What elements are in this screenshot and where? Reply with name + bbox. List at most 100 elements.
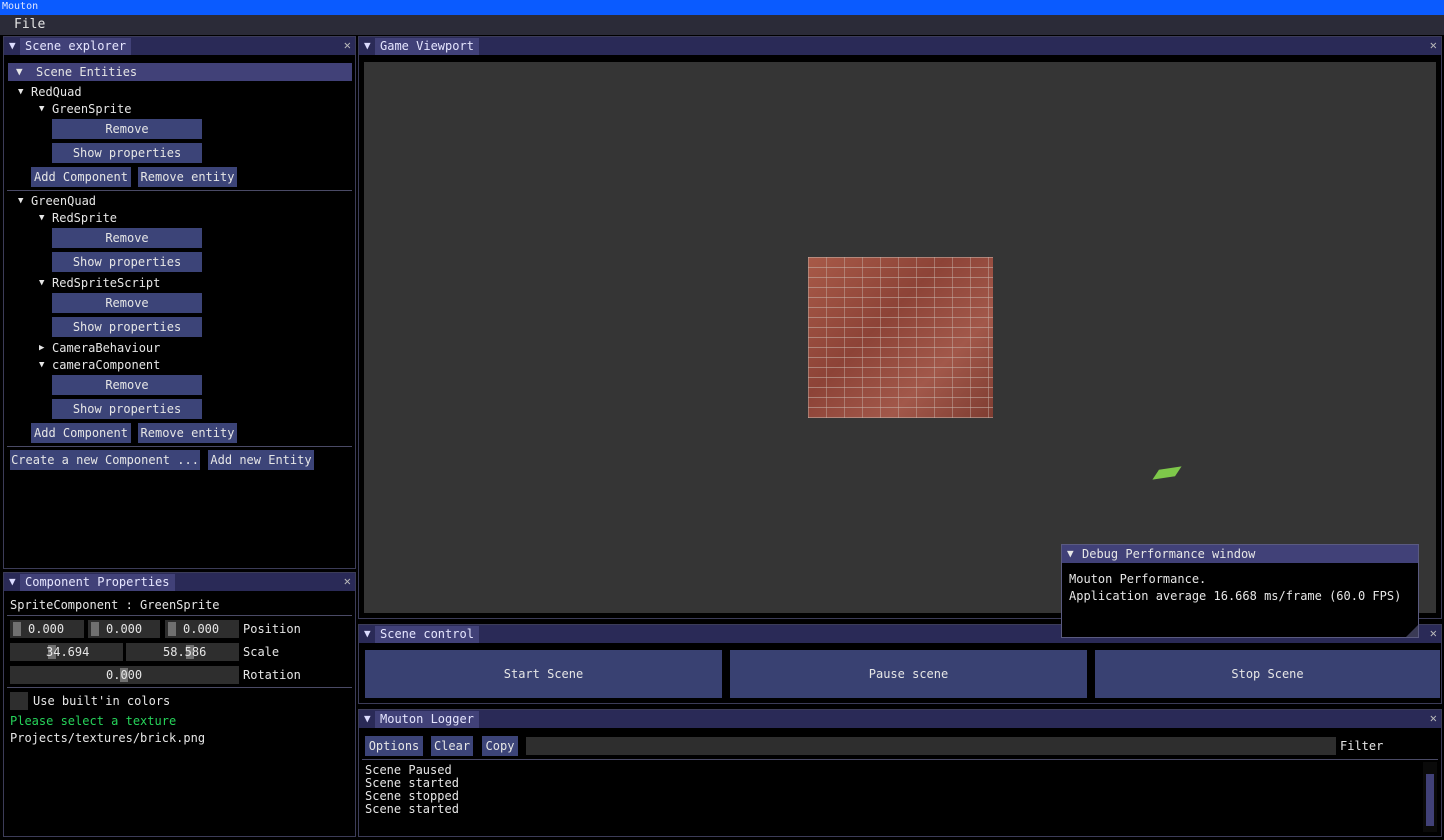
position-x-input[interactable]: 0.000 (10, 620, 84, 638)
close-icon[interactable]: ✕ (344, 38, 351, 52)
options-button[interactable]: Options (365, 736, 423, 756)
pause-scene-button[interactable]: Pause scene (730, 650, 1087, 698)
log-line: Scene Paused (365, 763, 452, 777)
resize-grip[interactable] (1406, 625, 1418, 637)
component-heading: SpriteComponent : GreenSprite (10, 598, 220, 612)
filter-input[interactable] (526, 737, 1336, 755)
divider (7, 446, 352, 447)
filter-label: Filter (1340, 739, 1384, 753)
position-z-input[interactable]: 0.000 (165, 620, 239, 638)
triangle-down-icon[interactable]: ▼ (39, 213, 44, 223)
app-title-bar: Mouton (0, 0, 1444, 15)
show-properties-button[interactable]: Show properties (52, 252, 202, 272)
game-viewport-header[interactable]: ▼ Game Viewport ✕ (359, 37, 1441, 55)
texture-prompt: Please select a texture (10, 714, 177, 728)
logger-scrollbar-thumb[interactable] (1426, 774, 1434, 826)
collapse-icon[interactable]: ▼ (364, 627, 371, 640)
start-scene-button[interactable]: Start Scene (365, 650, 722, 698)
divider (7, 190, 352, 191)
remove-entity-button[interactable]: Remove entity (138, 423, 237, 443)
component-redsprite[interactable]: RedSprite (52, 211, 117, 225)
rotation-input[interactable]: 0.000 (10, 666, 239, 684)
collapse-icon[interactable]: ▼ (364, 39, 371, 52)
slider-grab[interactable] (13, 622, 21, 636)
copy-button[interactable]: Copy (482, 736, 518, 756)
scene-explorer-tab[interactable]: Scene explorer (20, 38, 132, 55)
show-properties-button[interactable]: Show properties (52, 317, 202, 337)
show-properties-button[interactable]: Show properties (52, 143, 202, 163)
remove-component-button[interactable]: Remove (52, 375, 202, 395)
game-viewport-tab[interactable]: Game Viewport (375, 38, 479, 55)
entity-redquad[interactable]: RedQuad (31, 85, 82, 99)
log-line: Scene started (365, 776, 459, 790)
slider-grab[interactable] (91, 622, 99, 636)
collapse-icon[interactable]: ▼ (364, 712, 371, 725)
debug-performance-window: ▼ Debug Performance window Mouton Perfor… (1061, 544, 1419, 638)
create-component-button[interactable]: Create a new Component ... (10, 450, 200, 470)
collapse-icon[interactable]: ▼ (1067, 547, 1074, 560)
logger-scrollbar[interactable] (1423, 762, 1437, 832)
rotation-label: Rotation (243, 668, 301, 682)
scene-entities-label: Scene Entities (36, 65, 138, 79)
triangle-down-icon[interactable]: ▼ (18, 87, 23, 97)
clear-button[interactable]: Clear (431, 736, 473, 756)
scale-y-input[interactable]: 58.586 (126, 643, 239, 661)
stop-scene-button[interactable]: Stop Scene (1095, 650, 1440, 698)
builtin-colors-checkbox[interactable] (10, 692, 28, 710)
component-properties-panel: ▼ Component Properties ✕ SpriteComponent… (3, 572, 356, 837)
add-component-button[interactable]: Add Component (31, 423, 131, 443)
logger-tab[interactable]: Mouton Logger (375, 711, 479, 728)
component-redspritescript[interactable]: RedSpriteScript (52, 276, 160, 290)
divider (7, 615, 352, 616)
remove-component-button[interactable]: Remove (52, 293, 202, 313)
texture-path: Projects/textures/brick.png (10, 731, 206, 745)
divider (7, 687, 352, 688)
divider (362, 759, 1438, 760)
menu-bar: File (0, 15, 1444, 35)
triangle-down-icon: ▼ (16, 65, 23, 78)
slider-grab[interactable] (168, 622, 176, 636)
collapse-icon[interactable]: ▼ (9, 39, 16, 52)
close-icon[interactable]: ✕ (344, 574, 351, 588)
brick-texture-quad (808, 257, 993, 418)
component-properties-tab[interactable]: Component Properties (20, 574, 175, 591)
log-line: Scene started (365, 802, 459, 816)
logger-header[interactable]: ▼ Mouton Logger ✕ (359, 710, 1441, 728)
component-properties-header[interactable]: ▼ Component Properties ✕ (4, 573, 355, 591)
scene-entities-header[interactable]: ▼ Scene Entities (8, 63, 352, 81)
remove-component-button[interactable]: Remove (52, 119, 202, 139)
debug-window-header[interactable]: ▼ Debug Performance window (1062, 545, 1418, 563)
scene-explorer-header[interactable]: ▼ Scene explorer ✕ (4, 37, 355, 55)
entity-greenquad[interactable]: GreenQuad (31, 194, 96, 208)
menu-file[interactable]: File (14, 17, 45, 32)
log-line: Scene stopped (365, 789, 459, 803)
scale-label: Scale (243, 645, 280, 659)
collapse-icon[interactable]: ▼ (9, 575, 16, 588)
scene-control-tab[interactable]: Scene control (375, 626, 479, 643)
triangle-down-icon[interactable]: ▼ (39, 360, 44, 370)
component-greensprite[interactable]: GreenSprite (52, 102, 131, 116)
close-icon[interactable]: ✕ (1430, 38, 1437, 52)
component-camerabehaviour[interactable]: CameraBehaviour (52, 341, 160, 355)
triangle-down-icon[interactable]: ▼ (39, 278, 44, 288)
scene-explorer-panel: ▼ Scene explorer ✕ ▼ Scene Entities ▼ Re… (3, 36, 356, 569)
triangle-right-icon[interactable]: ▶ (39, 343, 44, 353)
add-entity-button[interactable]: Add new Entity (208, 450, 314, 470)
performance-stats: Application average 16.668 ms/frame (60.… (1069, 589, 1402, 603)
component-cameracomponent[interactable]: cameraComponent (52, 358, 160, 372)
scale-x-input[interactable]: 34.694 (10, 643, 123, 661)
close-icon[interactable]: ✕ (1430, 711, 1437, 725)
debug-window-title: Debug Performance window (1082, 547, 1256, 561)
remove-component-button[interactable]: Remove (52, 228, 202, 248)
triangle-down-icon[interactable]: ▼ (39, 104, 44, 114)
logger-panel: ▼ Mouton Logger ✕ Options Clear Copy Fil… (358, 709, 1442, 837)
performance-heading: Mouton Performance. (1069, 572, 1207, 586)
close-icon[interactable]: ✕ (1430, 626, 1437, 640)
show-properties-button[interactable]: Show properties (52, 399, 202, 419)
triangle-down-icon[interactable]: ▼ (18, 196, 23, 206)
position-y-input[interactable]: 0.000 (88, 620, 160, 638)
position-label: Position (243, 622, 301, 636)
app-title: Mouton (2, 1, 39, 12)
remove-entity-button[interactable]: Remove entity (138, 167, 237, 187)
add-component-button[interactable]: Add Component (31, 167, 131, 187)
